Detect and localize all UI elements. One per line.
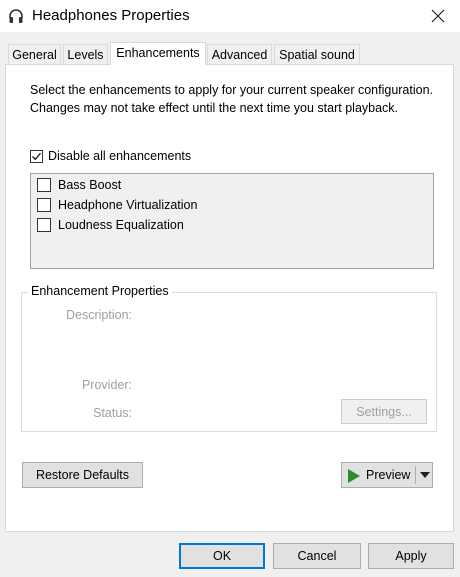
list-item[interactable]: Bass Boost [37, 178, 121, 192]
intro-text: Select the enhancements to apply for you… [30, 83, 434, 115]
window-title: Headphones Properties [32, 7, 190, 24]
list-item[interactable]: Headphone Virtualization [37, 198, 197, 212]
provider-label: Provider: [81, 378, 132, 392]
apply-button[interactable]: Apply [368, 543, 454, 569]
play-icon [348, 469, 360, 483]
disable-all-checkbox[interactable] [30, 149, 43, 163]
list-item-label: Loudness Equalization [58, 218, 184, 232]
list-item-label: Bass Boost [58, 178, 122, 192]
cancel-button[interactable]: Cancel [273, 543, 361, 569]
close-icon [431, 9, 445, 23]
description-label: Description: [66, 308, 132, 322]
status-label: Status: [93, 406, 132, 420]
tab-enhancements[interactable]: Enhancements [110, 42, 206, 65]
settings-button[interactable]: Settings... [341, 399, 427, 424]
tab-spatial-sound[interactable]: Spatial sound [274, 44, 360, 64]
headphones-icon [9, 9, 23, 23]
tab-general[interactable]: General [8, 44, 61, 64]
disable-all-label: Disable all enhancements [48, 149, 192, 163]
disable-all-enhancements-row[interactable]: Disable all enhancements [30, 149, 191, 163]
headphone-virtualization-checkbox[interactable] [37, 198, 51, 212]
preview-button-label: Preview [366, 468, 411, 482]
list-item-label: Headphone Virtualization [58, 198, 198, 212]
group-title: Enhancement Properties [28, 284, 172, 298]
list-item[interactable]: Loudness Equalization [37, 218, 184, 232]
ok-button[interactable]: OK [179, 543, 265, 569]
preview-split-button[interactable]: Preview [341, 462, 433, 488]
close-button[interactable] [416, 0, 460, 32]
loudness-equalization-checkbox[interactable] [37, 218, 51, 232]
split-divider [415, 466, 416, 484]
bass-boost-checkbox[interactable] [37, 178, 51, 192]
restore-defaults-button[interactable]: Restore Defaults [22, 462, 143, 488]
tab-advanced[interactable]: Advanced [207, 44, 272, 64]
checkmark-icon [32, 152, 42, 160]
chevron-down-icon[interactable] [420, 472, 430, 479]
tab-levels[interactable]: Levels [63, 44, 108, 64]
enhancements-list: Bass Boost Headphone Virtualization Loud… [30, 173, 434, 269]
